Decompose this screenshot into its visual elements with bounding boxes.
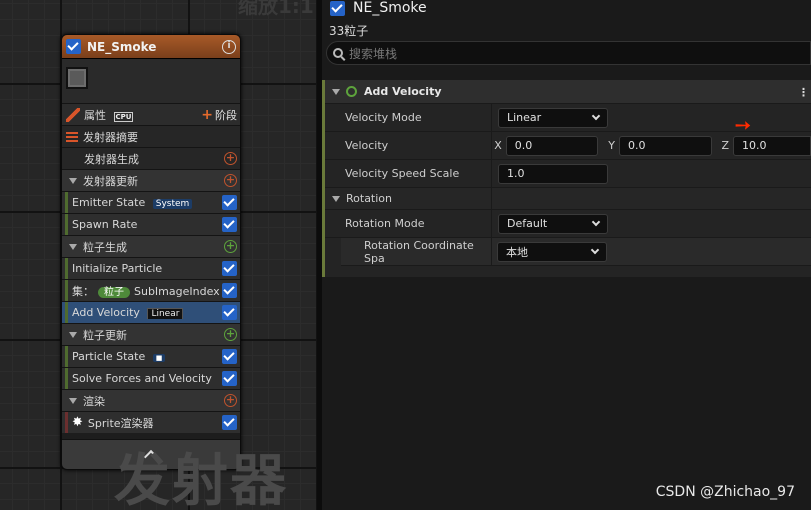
module-label: Add Velocity Linear [72,306,222,319]
module-enable-checkbox[interactable] [222,371,237,386]
search-input[interactable]: 搜索堆栈 [349,45,397,62]
particle-update-section[interactable]: 粒子更新 + [62,323,240,345]
emitter-update-section[interactable]: 发射器更新 + [62,169,240,191]
module-initialize-particle[interactable]: Initialize Particle [62,257,240,279]
velocity-row: Velocity X 0.0 Y 0.0 Z 10.0 [325,132,811,160]
add-module-icon[interactable]: + [224,240,237,253]
panel-header: NE_Smoke [330,0,427,16]
rotation-coordinate-dropdown[interactable]: 本地 [497,241,607,262]
panel-title: NE_Smoke [353,0,427,16]
chevron-down-icon [590,245,600,254]
list-icon [66,131,78,142]
state-badge-icon: ■ [152,354,166,362]
collapse-arrow-icon[interactable] [332,88,340,95]
emitter-spawn-row[interactable]: 发射器生成 + [62,147,240,169]
module-label: Emitter State System [72,196,222,209]
zoom-indicator: 缩放1:1 [238,0,314,18]
selection-panel: NE_Smoke 33粒子 搜索堆栈 Add Velocity ⋮ Veloci… [322,0,811,510]
module-enable-checkbox[interactable] [222,261,237,276]
module-label: 集： 粒子 SubImageIndex [72,284,220,298]
module-enable-checkbox[interactable] [222,349,237,364]
chevron-down-icon [591,217,601,226]
rotation-mode-dropdown[interactable]: Default [498,213,608,234]
module-add-velocity[interactable]: Add Velocity Linear [62,301,240,323]
stack-search[interactable]: 搜索堆栈 [326,41,811,65]
emitter-thumbnail [66,67,88,89]
velocity-y-input[interactable]: 0.0 [619,135,712,156]
sprite-icon: ✸ [72,415,83,430]
properties-row[interactable]: 属性 CPU + 阶段 [62,103,240,125]
collapse-arrow-icon[interactable] [69,177,77,184]
node-header[interactable]: NE_Smoke i [62,35,240,59]
emitter-summary-row[interactable]: 发射器摘要 [62,125,240,147]
module-solve-forces[interactable]: Solve Forces and Velocity [62,367,240,389]
thumbnail-area [62,59,240,103]
more-options-icon[interactable]: ⋮ [798,86,809,99]
details-panel: Add Velocity ⋮ Velocity Mode Linear Velo… [322,80,811,277]
emitter-node[interactable]: NE_Smoke i 属性 CPU + 阶段 发射器摘要 发射器生成 + 发射器… [61,34,241,470]
collapse-arrow-icon[interactable] [69,397,77,404]
add-stage-button[interactable]: + 阶段 [201,107,237,123]
root: 缩放1:1 NE_Smoke i 属性 CPU + 阶段 发射器摘要 发射器生成… [0,0,811,510]
velocity-x-input[interactable]: 0.0 [505,135,599,156]
module-enable-checkbox[interactable] [222,283,237,298]
particle-namespace-pill: 粒子 [98,286,130,298]
linear-badge: Linear [147,308,184,319]
csdn-watermark: CSDN @Zhichao_97 [655,484,795,500]
add-renderer-icon[interactable]: + [224,394,237,407]
collapse-arrow-icon[interactable] [69,331,77,338]
add-module-icon[interactable]: + [224,328,237,341]
particle-spawn-section[interactable]: 粒子生成 + [62,235,240,257]
info-icon[interactable]: i [222,39,236,54]
add-module-icon[interactable]: + [224,152,237,165]
emitter-graph[interactable]: 缩放1:1 NE_Smoke i 属性 CPU + 阶段 发射器摘要 发射器生成… [0,0,317,510]
rotation-mode-row: Rotation Mode Default [325,210,811,238]
add-velocity-header[interactable]: Add Velocity ⋮ [325,80,811,104]
collapse-arrow-icon[interactable] [332,195,340,202]
module-enable-checkbox[interactable] [222,195,237,210]
module-particle-state[interactable]: Particle State ■ [62,345,240,367]
emitter-enable-checkbox[interactable] [330,0,345,16]
collapse-arrow-icon[interactable] [69,243,77,250]
module-enable-checkbox[interactable] [222,305,237,320]
speed-scale-input[interactable]: 1.0 [498,163,608,184]
system-badge: System [152,199,193,209]
properties-label: 属性 CPU [84,108,134,122]
pencil-icon [66,107,80,122]
module-enable-checkbox[interactable] [222,415,237,430]
render-section[interactable]: 渲染 + [62,389,240,411]
particle-count: 33粒子 [329,24,369,38]
rotation-coordinate-row: Rotation Coordinate Spa 本地 [341,238,811,266]
cpu-badge: CPU [113,111,134,122]
module-ring-icon [346,86,357,97]
search-icon [333,48,343,58]
module-enable-checkbox[interactable] [222,217,237,232]
module-set-subimage[interactable]: 集： 粒子 SubImageIndex [62,279,240,301]
rotation-category[interactable]: Rotation [325,188,811,210]
module-emitter-state[interactable]: Emitter State System [62,191,240,213]
emitter-enable-checkbox[interactable] [66,39,81,54]
velocity-mode-dropdown[interactable]: Linear [498,107,608,128]
graph-watermark: 发射器 [114,449,288,510]
plus-icon: + [201,106,213,123]
module-spawn-rate[interactable]: Spawn Rate [62,213,240,235]
module-label: Particle State ■ [72,350,222,363]
add-module-icon[interactable]: + [224,174,237,187]
module-sprite-renderer[interactable]: ✸ Sprite渲染器 [62,411,240,433]
speed-scale-row: Velocity Speed Scale 1.0 [325,160,811,188]
selection-marker [240,349,241,363]
chevron-down-icon [591,111,601,120]
node-title: NE_Smoke [87,39,157,54]
